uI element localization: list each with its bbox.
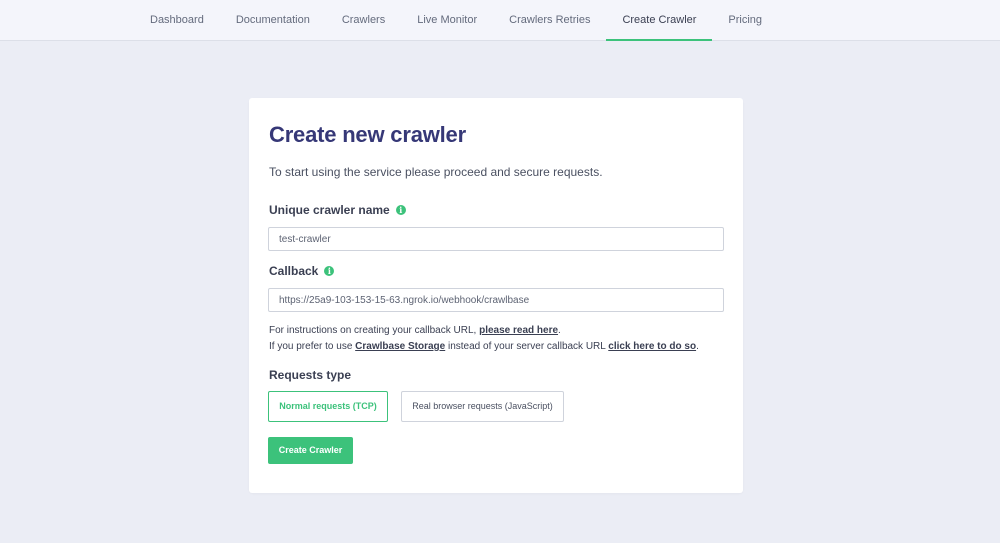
callback-label-text: Callback	[269, 264, 319, 278]
nav-live-monitor[interactable]: Live Monitor	[401, 0, 493, 40]
nav-dashboard[interactable]: Dashboard	[134, 0, 220, 40]
nav-create-crawler[interactable]: Create Crawler	[606, 0, 713, 41]
info-icon[interactable]: i	[324, 266, 335, 276]
browser-requests-button[interactable]: Real browser requests (JavaScript)	[401, 391, 564, 422]
create-crawler-card: Create new crawler To start using the se…	[249, 98, 743, 493]
nav-documentation[interactable]: Documentation	[220, 0, 326, 40]
nav-crawlers-retries[interactable]: Crawlers Retries	[493, 0, 606, 40]
help-text: For instructions on creating your callba…	[269, 325, 480, 336]
storage-help-line: If you prefer to use Crawlbase Storage i…	[269, 341, 699, 352]
help-text: .	[696, 341, 699, 352]
normal-requests-button[interactable]: Normal requests (TCP)	[268, 391, 388, 422]
click-here-link[interactable]: click here to do so	[608, 341, 696, 352]
page-title: Create new crawler	[269, 122, 466, 147]
crawlbase-storage-link[interactable]: Crawlbase Storage	[355, 341, 445, 352]
callback-label: Callback i	[269, 264, 335, 278]
crawler-name-label: Unique crawler name i	[269, 203, 406, 217]
help-text: .	[558, 325, 561, 336]
callback-help-line: For instructions on creating your callba…	[269, 325, 561, 336]
crawler-name-input[interactable]	[268, 227, 724, 251]
requests-type-label-text: Requests type	[269, 368, 352, 382]
create-crawler-button[interactable]: Create Crawler	[268, 437, 353, 464]
help-text: If you prefer to use	[269, 341, 356, 352]
requests-type-label: Requests type	[269, 368, 351, 382]
info-icon[interactable]: i	[395, 205, 406, 215]
page-subtitle: To start using the service please procee…	[269, 165, 603, 179]
crawler-name-label-text: Unique crawler name	[269, 203, 390, 217]
please-read-here-link[interactable]: please read here	[479, 325, 558, 336]
top-navigation: Dashboard Documentation Crawlers Live Mo…	[0, 0, 1000, 41]
callback-input[interactable]	[268, 288, 724, 312]
nav-pricing[interactable]: Pricing	[712, 0, 778, 40]
nav-crawlers[interactable]: Crawlers	[326, 0, 401, 40]
help-text: instead of your server callback URL	[445, 341, 609, 352]
